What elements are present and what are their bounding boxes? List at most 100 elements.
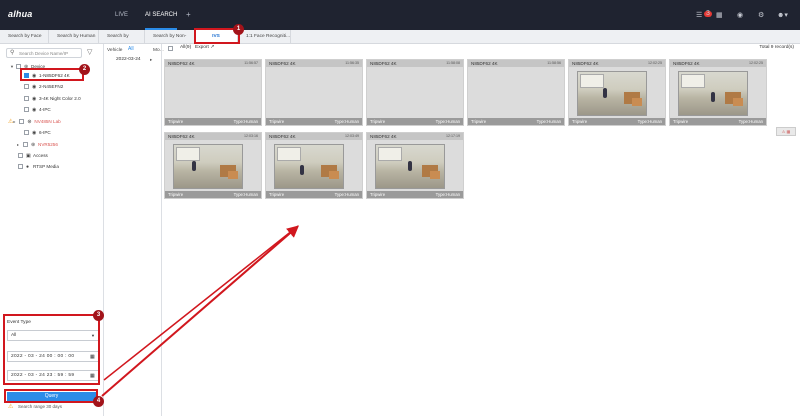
- card-event: Tripwire: [269, 119, 285, 124]
- person: [408, 161, 412, 171]
- result-card[interactable]: N85DF62 4K 11:58:56 Tripwire Type:Human: [467, 59, 565, 126]
- card-time: 11:58:08: [446, 61, 460, 65]
- card-device-name: N85DF62 4K: [269, 134, 296, 139]
- card-header: N85DF62 4K 11:56:57: [165, 60, 261, 67]
- tree-item-camera-4[interactable]: ◉ 4-IPC: [24, 105, 51, 114]
- user-icon[interactable]: ☻▾: [777, 11, 788, 19]
- checkbox[interactable]: [18, 153, 23, 159]
- tab-live[interactable]: LIVE: [115, 0, 128, 30]
- card-device-name: N85DF62 4K: [673, 61, 700, 66]
- checkbox[interactable]: [24, 107, 29, 113]
- chevron-right-icon: ▸: [150, 57, 153, 62]
- card-event: Tripwire: [370, 119, 386, 124]
- card-footer: Tripwire Type:Human: [165, 118, 261, 125]
- card-header: N85DF62 4K 12:03:49: [266, 133, 362, 140]
- results-toolbar: All(9) Export ↗ Total 9 record(s): [162, 44, 800, 54]
- card-type: Type:Human: [637, 119, 662, 124]
- result-card[interactable]: N85DF62 4K 11:58:08 Tripwire Type:Human: [366, 59, 464, 126]
- card-time: 11:58:56: [547, 61, 561, 65]
- card-device-name: N85DF62 4K: [168, 134, 195, 139]
- checkbox[interactable]: [23, 142, 28, 148]
- checkbox[interactable]: [24, 130, 29, 136]
- result-card[interactable]: N85DF62 4K 12:03:16 Tripwire Type:Human: [164, 132, 262, 199]
- box: [228, 171, 238, 179]
- card-type: Type:Human: [738, 119, 763, 124]
- result-card[interactable]: N85DF62 4K 12:02:25 Tripwire Type:Human: [669, 59, 767, 126]
- globe-icon[interactable]: ◉: [737, 11, 743, 19]
- top-bar: alhua LIVE AI SEARCH + ☰ 3 ▦ ◉ ⚙ ☻▾: [0, 0, 800, 30]
- tab-search-by-face[interactable]: Search by Face: [0, 30, 49, 44]
- annotation-marker-4: 4: [93, 396, 104, 407]
- tree-item-nvr5256[interactable]: ▸ ⊛ NVR5256: [17, 140, 58, 149]
- card-type: Type:Human: [334, 119, 359, 124]
- device-group-icon: ⊛: [31, 142, 36, 148]
- search-range-text: Search range 30 days: [18, 404, 63, 409]
- checkbox[interactable]: [24, 84, 29, 90]
- card-event: Tripwire: [572, 119, 588, 124]
- card-type: Type:Human: [435, 192, 460, 197]
- door-icon[interactable]: ▦: [716, 11, 723, 19]
- card-type: Type:Human: [334, 192, 359, 197]
- gear-icon[interactable]: ⚙: [758, 11, 764, 19]
- side-panel-icon[interactable]: ⚠ ▦: [776, 127, 796, 136]
- tab-search-by-vehicle[interactable]: Search by Vehicle: [99, 30, 145, 53]
- alarm-list-icon[interactable]: ☰: [696, 11, 702, 19]
- result-card[interactable]: N85DF62 4K 12:03:49 Tripwire Type:Human: [265, 132, 363, 199]
- card-device-name: N85DF62 4K: [269, 61, 296, 66]
- card-event: Tripwire: [471, 119, 487, 124]
- export-icon: ↗: [210, 45, 215, 50]
- card-time: 12:17:19: [446, 134, 460, 138]
- card-footer: Tripwire Type:Human: [670, 118, 766, 125]
- card-type: Type:Human: [536, 119, 561, 124]
- date-list: All 2022-03-24 ▸: [104, 44, 162, 416]
- tree-label: 3-4K Night Color 2.0: [39, 96, 81, 101]
- add-tab-button[interactable]: +: [186, 0, 191, 30]
- checkbox[interactable]: [19, 119, 25, 125]
- brand-logo: alhua: [8, 9, 33, 19]
- tab-search-by-human[interactable]: Search by Human: [49, 30, 99, 44]
- snapshot-image[interactable]: [577, 71, 647, 116]
- card-device-name: N85DF62 4K: [370, 134, 397, 139]
- camera-icon: ◉: [32, 107, 37, 113]
- device-search-input[interactable]: ⚲ Search Device Name/IP: [6, 48, 82, 58]
- select-all-checkbox[interactable]: [168, 46, 173, 51]
- card-event: Tripwire: [168, 119, 184, 124]
- tree-label: 4-IPC: [39, 107, 51, 112]
- date-item[interactable]: 2022-03-24: [116, 57, 141, 62]
- card-footer: Tripwire Type:Human: [266, 191, 362, 198]
- snapshot-image[interactable]: [173, 144, 243, 189]
- result-card[interactable]: N85DF62 4K 12:17:19 Tripwire Type:Human: [366, 132, 464, 199]
- export-button[interactable]: Export ↗: [195, 45, 214, 50]
- snapshot-image[interactable]: [678, 71, 748, 116]
- date-all[interactable]: All: [128, 46, 134, 52]
- result-card[interactable]: N85DF62 4K 11:56:35 Tripwire Type:Human: [265, 59, 363, 126]
- card-header: N85DF62 4K 12:03:16: [165, 133, 261, 140]
- snapshot-image[interactable]: [274, 144, 344, 189]
- card-footer: Tripwire Type:Human: [569, 118, 665, 125]
- card-time: 11:56:57: [244, 61, 258, 65]
- tree-label: 2-N45EFN2: [39, 84, 64, 89]
- tab-search-by-non-motor[interactable]: Search by Non-Mo...: [145, 30, 195, 53]
- tab-ai-search[interactable]: AI SEARCH: [145, 0, 178, 30]
- snapshot-image[interactable]: [375, 144, 445, 189]
- warning-icon: ⚠: [8, 404, 14, 410]
- result-card[interactable]: N85DF62 4K 11:56:57 Tripwire Type:Human: [164, 59, 262, 126]
- card-time: 12:03:49: [345, 134, 359, 138]
- card-device-name: N85DF62 4K: [471, 61, 498, 66]
- checkbox[interactable]: [18, 164, 23, 170]
- shelf: [176, 147, 200, 161]
- tree-item-nvr-lab[interactable]: ⚠▸ ⊛ NV485N Lab: [8, 117, 61, 126]
- card-header: N85DF62 4K 11:56:35: [266, 60, 362, 67]
- shelf: [580, 74, 604, 88]
- tree-item-rtsp[interactable]: ● RTSP Media: [18, 162, 59, 171]
- filter-icon[interactable]: ▽: [87, 48, 92, 56]
- checkbox[interactable]: [24, 96, 29, 102]
- total-records: Total 9 record(s): [759, 45, 794, 50]
- tree-item-access[interactable]: ▣ Access: [18, 151, 48, 160]
- device-search-placeholder: Search Device Name/IP: [19, 51, 69, 56]
- tree-item-camera-2[interactable]: ◉ 2-N45EFN2: [24, 82, 63, 91]
- tree-item-camera-3[interactable]: ◉ 3-4K Night Color 2.0: [24, 94, 81, 103]
- result-card[interactable]: N85DF62 4K 12:02:25 Tripwire Type:Human: [568, 59, 666, 126]
- tab-face-recognition[interactable]: 1:1 Face Recogniti...: [238, 30, 291, 44]
- tree-item-camera-6[interactable]: ◉ 6-IPC: [24, 128, 51, 137]
